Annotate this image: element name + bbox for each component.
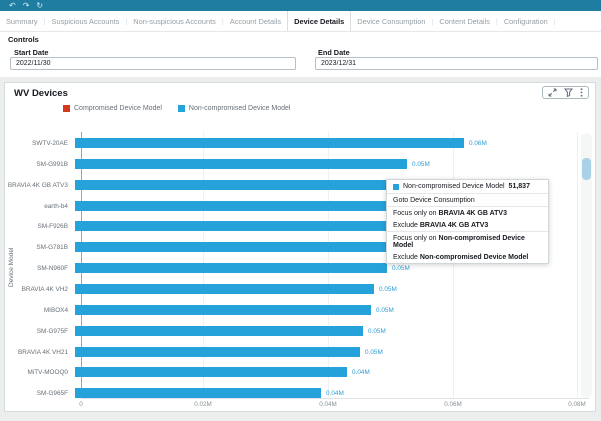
legend-label: Non-compromised Device Model — [189, 105, 291, 112]
series-swatch-icon — [393, 184, 399, 190]
bar-row: BRAVIA 4K VH21 0.05M — [5, 347, 581, 357]
scrollbar-thumb[interactable] — [582, 158, 591, 180]
sheet-tab-bar: Summary | Suspicious Accounts | Non-susp… — [0, 11, 601, 32]
reset-icon[interactable]: ↻ — [36, 2, 43, 10]
category-label: MiTV-MOOQ0 — [5, 369, 75, 376]
dashboard-topbar: ↶ ↷ ↻ — [0, 0, 601, 11]
tab-account-details[interactable]: Account Details — [224, 11, 287, 31]
x-tick-label: 0 — [79, 401, 83, 408]
category-label: SM-G965F — [5, 390, 75, 397]
category-label: SM-G991B — [5, 161, 75, 168]
controls-section: Controls Start Date End Date — [0, 32, 601, 77]
tab-content-details[interactable]: Content Details — [433, 11, 496, 31]
category-label: SM-G781B — [5, 244, 75, 251]
bar[interactable] — [75, 242, 388, 252]
legend-item-non-compromised[interactable]: Non-compromised Device Model — [178, 105, 291, 112]
bar[interactable] — [75, 326, 363, 336]
bar[interactable] — [75, 347, 360, 357]
bar-row: SM-N960F 0.05M — [5, 263, 581, 273]
chart-title: WV Devices — [14, 88, 68, 99]
x-tick-label: 0.06M — [444, 401, 462, 408]
category-label: BRAVIA 4K VH2 — [5, 286, 75, 293]
bar[interactable] — [75, 201, 392, 211]
menu-icon[interactable] — [580, 88, 583, 97]
bar[interactable] — [75, 367, 347, 377]
x-axis-line — [81, 398, 589, 399]
chart-scrollbar[interactable] — [581, 133, 592, 398]
bar-row: MIBOX4 0.05M — [5, 305, 581, 315]
bar-row: SM-G965F 0.04M — [5, 388, 581, 398]
tab-device-consumption[interactable]: Device Consumption — [351, 11, 431, 31]
bar-value-label: 0.05M — [412, 161, 430, 168]
bar[interactable] — [75, 221, 389, 231]
x-tick-label: 0.02M — [194, 401, 212, 408]
bar[interactable] — [75, 180, 396, 190]
bar-row: BRAVIA 4K VH2 0.05M — [5, 284, 581, 294]
context-menu-header: Non-compromised Device Model 51,837 — [387, 180, 548, 193]
bar[interactable] — [75, 305, 371, 315]
start-date-label: Start Date — [14, 48, 48, 57]
bar-value-label: 0.04M — [352, 369, 370, 376]
tab-non-suspicious-accounts[interactable]: Non-suspicious Accounts — [127, 11, 222, 31]
bar-row: MiTV-MOOQ0 0.04M — [5, 367, 581, 377]
end-date-input[interactable] — [315, 57, 598, 70]
bar-row: SM-G975F 0.05M — [5, 326, 581, 336]
category-label: SWTV-20AE — [5, 140, 75, 147]
tab-device-details[interactable]: Device Details — [287, 11, 351, 31]
category-label: BRAVIA 4K VH21 — [5, 349, 75, 356]
bar-value-label: 0.04M — [326, 390, 344, 397]
context-series-label: Non-compromised Device Model — [403, 183, 505, 190]
tab-separator: | — [554, 11, 556, 31]
tab-suspicious-accounts[interactable]: Suspicious Accounts — [46, 11, 126, 31]
bar[interactable] — [75, 138, 464, 148]
bar-row: SM-G991B 0.05M — [5, 159, 581, 169]
undo-icon[interactable]: ↶ — [9, 2, 16, 10]
x-tick-label: 0.04M — [319, 401, 337, 408]
chart-legend: Compromised Device Model Non-compromised… — [63, 105, 290, 112]
menu-item-focus-category[interactable]: Focus only on BRAVIA 4K GB ATV3 — [387, 207, 548, 219]
bar-row: SWTV-20AE 0.06M — [5, 138, 581, 148]
bar[interactable] — [75, 159, 407, 169]
bar-value-label: 0.05M — [368, 328, 386, 335]
visual-toolbar — [542, 86, 589, 99]
redo-icon[interactable]: ↷ — [23, 2, 30, 10]
category-label: MIBOX4 — [5, 307, 75, 314]
legend-label: Compromised Device Model — [74, 105, 162, 112]
filter-icon[interactable] — [564, 88, 573, 97]
category-label: BRAVIA 4K GB ATV3 — [5, 182, 75, 189]
menu-item-goto-device-consumption[interactable]: Goto Device Consumption — [387, 194, 548, 206]
legend-item-compromised[interactable]: Compromised Device Model — [63, 105, 162, 112]
bar[interactable] — [75, 263, 387, 273]
legend-swatch-blue — [178, 105, 185, 112]
controls-title: Controls — [8, 35, 39, 44]
bar-value-label: 0.05M — [392, 265, 410, 272]
bar-value-label: 0.05M — [379, 286, 397, 293]
context-series-value: 51,837 — [509, 183, 530, 190]
menu-item-exclude-category[interactable]: Exclude BRAVIA 4K GB ATV3 — [387, 219, 548, 231]
maximize-icon[interactable] — [548, 88, 557, 97]
tab-summary[interactable]: Summary — [0, 11, 44, 31]
menu-item-exclude-series[interactable]: Exclude Non-compromised Device Model — [387, 251, 548, 263]
menu-item-focus-series[interactable]: Focus only on Non-compromised Device Mod… — [387, 232, 548, 251]
bar-context-menu: Non-compromised Device Model 51,837 Goto… — [386, 179, 549, 264]
start-date-input[interactable] — [10, 57, 296, 70]
category-label: earth-b4 — [5, 203, 75, 210]
category-label: SM-N960F — [5, 265, 75, 272]
wv-devices-visual-panel: WV Devices Compromised Device Model Non-… — [4, 82, 596, 412]
bar-value-label: 0.05M — [376, 307, 394, 314]
tab-configuration[interactable]: Configuration — [498, 11, 554, 31]
bar[interactable] — [75, 388, 321, 398]
category-label: SM-G975F — [5, 328, 75, 335]
bar-value-label: 0.06M — [469, 140, 487, 147]
x-tick-label: 0.08M — [568, 401, 586, 408]
legend-swatch-red — [63, 105, 70, 112]
bar[interactable] — [75, 284, 374, 294]
bar-value-label: 0.05M — [365, 349, 383, 356]
end-date-label: End Date — [318, 48, 350, 57]
category-label: SM-F926B — [5, 223, 75, 230]
